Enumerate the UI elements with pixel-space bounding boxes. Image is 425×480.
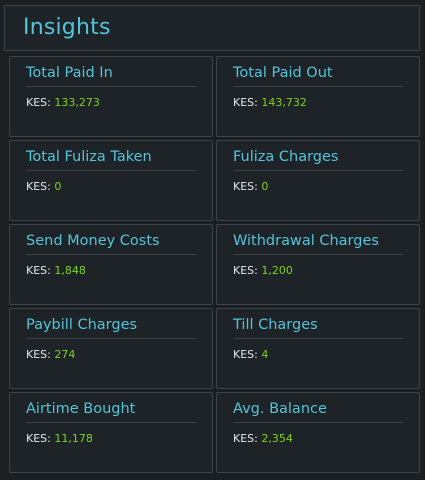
amount: 4 — [261, 348, 269, 361]
amount: 0 — [261, 180, 269, 193]
card-send-money-costs: Send Money Costs KES: 1,848 — [9, 224, 213, 305]
card-divider — [233, 338, 403, 339]
amount: 11,178 — [54, 432, 93, 445]
card-title: Total Paid Out — [233, 65, 333, 81]
currency-label: KES: — [26, 264, 51, 277]
card-divider — [26, 170, 196, 171]
card-title: Avg. Balance — [233, 401, 327, 417]
amount: 2,354 — [261, 432, 293, 445]
card-value: KES: 2,354 — [233, 432, 293, 445]
card-till-charges: Till Charges KES: 4 — [216, 308, 420, 389]
card-value: KES: 274 — [26, 348, 75, 361]
card-value: KES: 143,732 — [233, 96, 307, 109]
currency-label: KES: — [26, 96, 51, 109]
insights-header: Insights — [4, 5, 420, 51]
card-withdrawal-charges: Withdrawal Charges KES: 1,200 — [216, 224, 420, 305]
currency-label: KES: — [26, 180, 51, 193]
card-total-paid-in: Total Paid In KES: 133,273 — [9, 56, 213, 137]
amount: 143,732 — [261, 96, 307, 109]
card-divider — [26, 254, 196, 255]
currency-label: KES: — [26, 348, 51, 361]
card-value: KES: 0 — [26, 180, 61, 193]
card-title: Paybill Charges — [26, 317, 138, 333]
card-total-paid-out: Total Paid Out KES: 143,732 — [216, 56, 420, 137]
card-value: KES: 0 — [233, 180, 268, 193]
card-value: KES: 1,848 — [26, 264, 86, 277]
currency-label: KES: — [233, 264, 258, 277]
card-title: Airtime Bought — [26, 401, 136, 417]
currency-label: KES: — [233, 348, 258, 361]
amount: 274 — [54, 348, 76, 361]
currency-label: KES: — [233, 96, 258, 109]
card-value: KES: 4 — [233, 348, 268, 361]
currency-label: KES: — [26, 432, 51, 445]
card-divider — [26, 422, 196, 423]
currency-label: KES: — [233, 432, 258, 445]
card-divider — [26, 86, 196, 87]
page-title: Insights — [23, 15, 111, 40]
card-title: Send Money Costs — [26, 233, 160, 249]
card-divider — [26, 338, 196, 339]
card-value: KES: 1,200 — [233, 264, 293, 277]
card-airtime-bought: Airtime Bought KES: 11,178 — [9, 392, 213, 473]
card-divider — [233, 86, 403, 87]
card-value: KES: 133,273 — [26, 96, 100, 109]
card-paybill-charges: Paybill Charges KES: 274 — [9, 308, 213, 389]
card-divider — [233, 254, 403, 255]
amount: 133,273 — [54, 96, 100, 109]
card-title: Total Paid In — [26, 65, 113, 81]
card-fuliza-charges: Fuliza Charges KES: 0 — [216, 140, 420, 221]
card-avg-balance: Avg. Balance KES: 2,354 — [216, 392, 420, 473]
card-divider — [233, 170, 403, 171]
card-value: KES: 11,178 — [26, 432, 93, 445]
card-title: Total Fuliza Taken — [26, 149, 152, 165]
amount: 1,848 — [54, 264, 86, 277]
card-total-fuliza-taken: Total Fuliza Taken KES: 0 — [9, 140, 213, 221]
card-divider — [233, 422, 403, 423]
card-title: Withdrawal Charges — [233, 233, 379, 249]
amount: 1,200 — [261, 264, 293, 277]
card-title: Fuliza Charges — [233, 149, 339, 165]
card-title: Till Charges — [233, 317, 318, 333]
currency-label: KES: — [233, 180, 258, 193]
amount: 0 — [54, 180, 62, 193]
